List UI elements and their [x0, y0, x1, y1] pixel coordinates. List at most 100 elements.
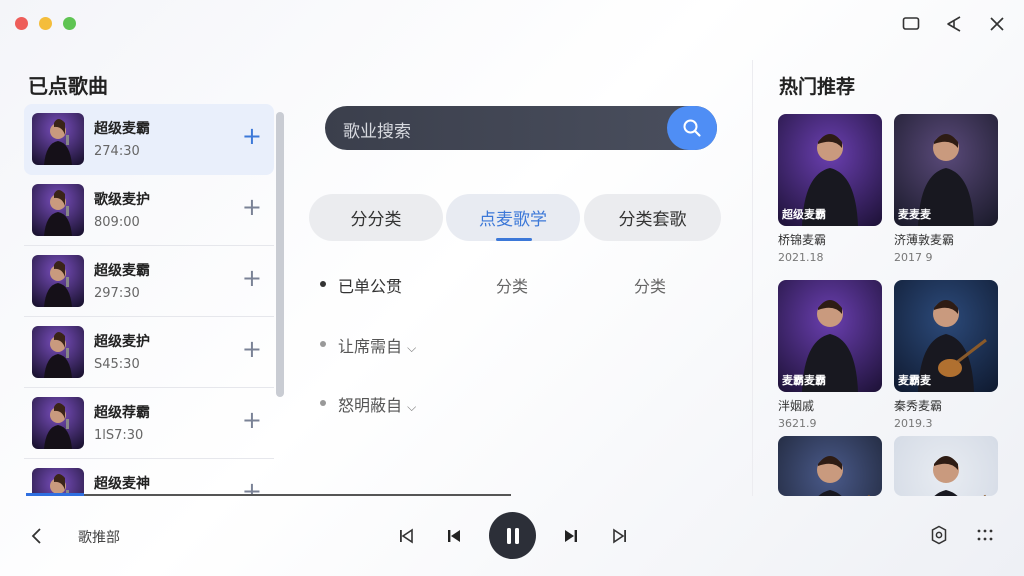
close-icon[interactable]: [986, 13, 1008, 35]
card-cover: [894, 436, 998, 496]
option-bullet: [320, 400, 326, 406]
option-selected[interactable]: 已单公贯: [338, 273, 402, 297]
song-duration: S45:30: [94, 357, 140, 372]
recommend-card[interactable]: [778, 436, 882, 501]
option-category-1[interactable]: 分类: [496, 273, 528, 297]
singer-thumbnail: [32, 468, 84, 496]
search-icon: [683, 119, 701, 137]
add-icon[interactable]: +: [242, 266, 262, 290]
song-cover: [32, 255, 84, 307]
card-tag: 麦霸麦: [898, 374, 931, 387]
card-cover: 超级麦霸: [778, 114, 882, 226]
close-window-button[interactable]: [15, 17, 28, 30]
queue-item[interactable]: 超级麦霸 297:30 +: [24, 246, 274, 317]
song-title: 超级麦霸: [94, 263, 150, 279]
card-cover: 麦麦麦: [894, 114, 998, 226]
queue-scrollbar[interactable]: [276, 112, 284, 397]
dropdown-2-label: 怒明蔽自: [338, 396, 403, 415]
recommend-card[interactable]: [894, 436, 998, 501]
card-cover: 麦霸麦霸: [778, 280, 882, 392]
card-cover: 麦霸麦: [894, 280, 998, 392]
song-title: 超级荐霸: [94, 405, 150, 421]
search-button[interactable]: [667, 106, 717, 150]
dropdown-1[interactable]: 让席需自 ⌵: [338, 333, 416, 357]
card-date: 2019.3: [894, 417, 933, 430]
singer-thumbnail: [32, 397, 84, 449]
song-duration: 1lS7:30: [94, 428, 144, 443]
chevron-down-icon: ⌵: [407, 341, 417, 355]
add-icon[interactable]: +: [242, 124, 262, 148]
recommend-card[interactable]: 麦霸麦霸 泮姻戚 3621.9: [778, 280, 882, 430]
active-tab-indicator: [496, 238, 532, 241]
card-tag: 麦霸麦霸: [782, 374, 826, 387]
song-title: 超级麦霸: [94, 121, 150, 137]
dropdown-1-label: 让席需自: [338, 337, 403, 356]
previous-icon[interactable]: [444, 526, 464, 546]
play-pause-button[interactable]: [489, 512, 536, 559]
song-cover: [32, 468, 84, 496]
add-icon[interactable]: +: [242, 337, 262, 361]
recommend-card[interactable]: 麦霸麦 秦秀麦霸 2019.3: [894, 280, 998, 430]
title-bar: [0, 0, 1024, 48]
minimize-window-button[interactable]: [39, 17, 52, 30]
card-cover: [778, 436, 882, 496]
song-cover: [32, 184, 84, 236]
add-icon[interactable]: +: [242, 195, 262, 219]
singer-thumbnail: [32, 326, 84, 378]
card-title: 泮姻戚: [778, 399, 815, 413]
card-tag: 超级麦霸: [782, 208, 826, 221]
add-icon[interactable]: +: [242, 408, 262, 432]
dropdown-2[interactable]: 怒明蔽自 ⌵: [338, 392, 416, 416]
tab-category[interactable]: 分分类: [309, 194, 443, 241]
panel-divider: [752, 60, 753, 496]
song-cover: [32, 113, 84, 165]
back-icon[interactable]: [26, 526, 46, 546]
screen-icon[interactable]: [900, 13, 922, 35]
recommend-card[interactable]: 麦麦麦 济薄敦麦霸 2017 9: [894, 114, 998, 264]
skip-start-icon[interactable]: [396, 526, 416, 546]
search-bar: 歌业搜索: [325, 106, 717, 150]
tab-category-set[interactable]: 分类套歌: [584, 194, 721, 241]
song-cover: [32, 397, 84, 449]
more-icon[interactable]: [974, 524, 996, 546]
singer-thumbnail: [32, 113, 84, 165]
queue-item[interactable]: 超级麦神 +: [24, 459, 274, 496]
singer-thumbnail: [32, 184, 84, 236]
next-icon[interactable]: [561, 526, 581, 546]
queue-item[interactable]: 超级麦霸 274:30 +: [24, 104, 274, 175]
card-date: 2021.18: [778, 251, 824, 264]
card-title: 济薄敦麦霸: [894, 233, 955, 247]
settings-icon[interactable]: [928, 524, 950, 546]
song-duration: 809:00: [94, 215, 140, 230]
card-date: 2017 9: [894, 251, 933, 264]
queue-item[interactable]: 超级麦护 S45:30 +: [24, 317, 274, 388]
pause-icon: [506, 527, 519, 544]
card-title: 桥锦麦霸: [778, 233, 827, 247]
search-input[interactable]: 歌业搜索: [343, 117, 411, 142]
card-date: 3621.9: [778, 417, 817, 430]
song-duration: 274:30: [94, 144, 140, 159]
option-category-2[interactable]: 分类: [634, 273, 666, 297]
bottom-label[interactable]: 歌推部: [78, 527, 120, 547]
card-title: 秦秀麦霸: [894, 399, 943, 413]
queue-title: 已点歌曲: [28, 74, 108, 98]
maximize-window-button[interactable]: [63, 17, 76, 30]
share-icon[interactable]: [943, 13, 965, 35]
hot-recommend-title: 热门推荐: [779, 76, 856, 98]
option-bullet: [320, 281, 326, 287]
chevron-down-icon: ⌵: [407, 400, 417, 414]
option-bullet: [320, 341, 326, 347]
song-title: 歌级麦护: [94, 192, 150, 208]
song-title: 超级麦护: [94, 334, 150, 350]
singer-thumbnail: [32, 255, 84, 307]
skip-end-icon[interactable]: [610, 526, 630, 546]
queue-item[interactable]: 超级荐霸 1lS7:30 +: [24, 388, 274, 459]
song-cover: [32, 326, 84, 378]
song-duration: 297:30: [94, 286, 140, 301]
song-title: 超级麦神: [94, 476, 150, 492]
recommend-card[interactable]: 超级麦霸 桥锦麦霸 2021.18: [778, 114, 882, 264]
card-tag: 麦麦麦: [898, 208, 931, 221]
tab-request-songs[interactable]: 点麦歌学: [446, 194, 580, 241]
queue-item[interactable]: 歌级麦护 809:00 +: [24, 175, 274, 246]
song-queue-list: 超级麦霸 274:30 + 歌级麦护 809:00 + 超级麦霸 297:30 …: [24, 104, 274, 496]
